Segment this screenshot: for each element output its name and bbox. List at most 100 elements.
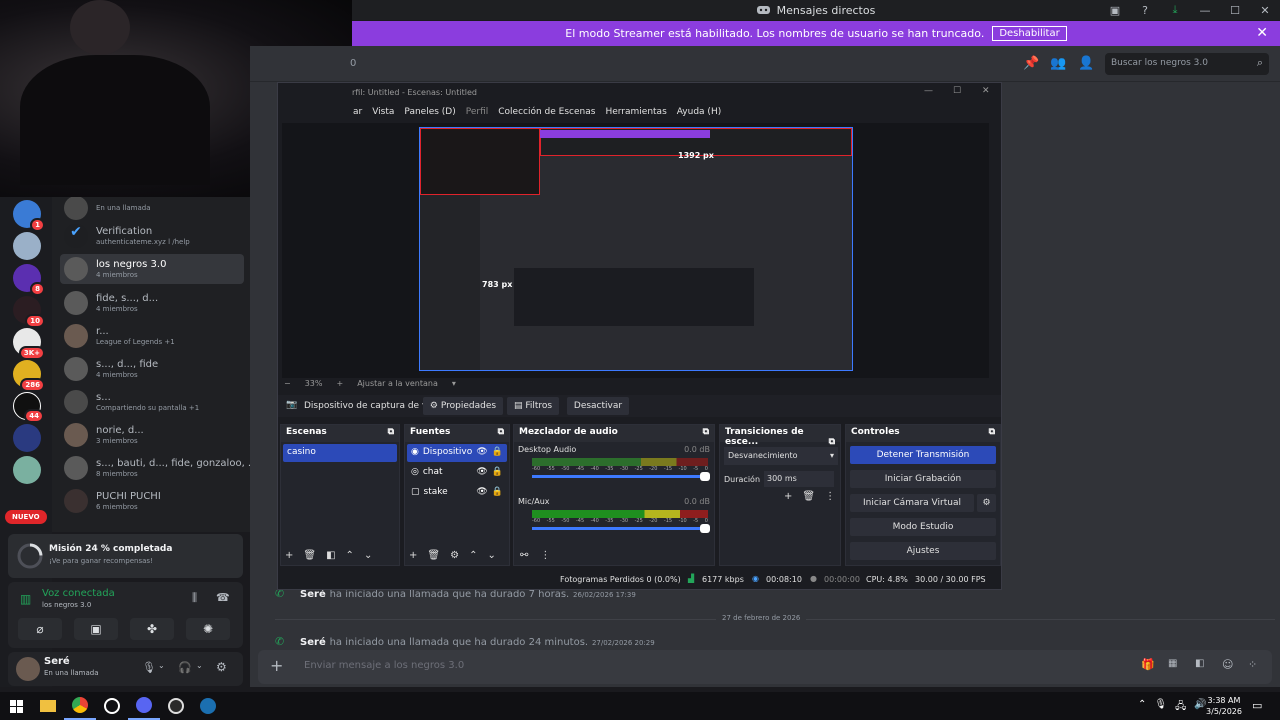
source-item[interactable]: ◉ Dispositivo 👁 🔒 (407, 444, 507, 462)
menu-item[interactable]: Perfil (466, 107, 489, 121)
list-item[interactable]: fide, s..., d... 4 miembros (60, 288, 244, 318)
gif-icon[interactable]: ▦ (1168, 658, 1177, 669)
list-item[interactable]: s..., bauti, d..., fide, gonzaloo, ... 8 … (60, 453, 250, 483)
search-box[interactable]: Buscar los negros 3.0 ⌕ (1105, 53, 1269, 75)
add-icon[interactable]: + (784, 491, 792, 502)
message-input[interactable]: Enviar mensaje a los negros 3.0 (304, 660, 464, 671)
source-item[interactable]: ▢ stake 👁 🔒 (407, 484, 507, 502)
chevron-down-icon[interactable]: ⌄ (196, 661, 203, 670)
lock-icon[interactable]: 🔒 (492, 447, 503, 459)
scene-item[interactable]: casino (283, 444, 397, 462)
chrome-icon[interactable] (64, 692, 96, 720)
list-item[interactable]: s..., d..., fide 4 miembros (60, 354, 244, 384)
stop-streaming-button[interactable]: Detener Transmisión (850, 446, 996, 464)
server-icon[interactable]: 44 (13, 392, 44, 423)
signal-icon[interactable]: ▥ (20, 592, 31, 606)
up-icon[interactable]: ⌃ (469, 550, 477, 561)
menu-item[interactable]: Colección de Escenas (498, 107, 595, 121)
dock-icon[interactable]: ⧉ (829, 437, 835, 447)
close-button[interactable]: ✕ (982, 86, 990, 96)
headset-icon[interactable]: 🎧 (178, 661, 192, 674)
close-icon[interactable]: ✕ (1256, 25, 1268, 41)
dock-icon[interactable]: ⧉ (388, 427, 394, 437)
chevron-down-icon[interactable]: ⌄ (158, 661, 165, 670)
maximize-button[interactable]: ☐ (953, 86, 961, 96)
list-item[interactable]: ✔ Verification authenticateme.xyz l /help (60, 221, 244, 251)
filters-button[interactable]: ▤ Filtros (507, 397, 559, 415)
source-item[interactable]: ◎ chat 👁 🔒 (407, 464, 507, 482)
inbox-icon[interactable]: ▣ (1100, 4, 1130, 17)
message-author[interactable]: Seré (300, 637, 326, 648)
trash-icon[interactable]: 🗑 (427, 550, 440, 561)
menu-item[interactable]: Herramientas (605, 107, 666, 121)
steam-icon[interactable] (192, 692, 224, 720)
transition-select[interactable]: Desvanecimiento ▾ (724, 447, 838, 465)
mic-icon[interactable]: 🎙 (142, 661, 156, 674)
disconnect-icon[interactable]: ☎ (216, 591, 230, 604)
voice-channel[interactable]: los negros 3.0 (42, 601, 91, 609)
more-icon[interactable]: ⋮ (825, 491, 835, 502)
lock-icon[interactable]: 🔒 (492, 467, 503, 479)
server-icon[interactable] (13, 456, 41, 484)
list-item[interactable]: norie, d... 3 miembros (60, 420, 244, 450)
studio-mode-button[interactable]: Modo Estudio (850, 518, 996, 536)
sticker-icon[interactable]: ◧ (1195, 658, 1204, 669)
list-item[interactable]: los negros 3.0 4 miembros (60, 254, 244, 284)
start-recording-button[interactable]: Iniciar Grabación (850, 470, 996, 488)
activities-button[interactable]: ✤ (130, 618, 174, 640)
server-icon[interactable] (13, 424, 41, 452)
filter-icon[interactable]: ◧ (326, 550, 335, 561)
trash-icon[interactable]: 🗑 (303, 550, 316, 561)
slider-handle[interactable] (700, 524, 710, 533)
server-icon[interactable]: 286 (13, 360, 45, 392)
network-icon[interactable]: 🖧 (1175, 699, 1186, 716)
add-member-icon[interactable]: 👥 (1050, 56, 1066, 71)
emoji-icon[interactable]: ☺ (1222, 658, 1233, 671)
lock-icon[interactable]: 🔒 (492, 487, 503, 499)
dock-icon[interactable]: ⧉ (498, 427, 504, 437)
menu-item[interactable]: Paneles (D) (404, 107, 455, 121)
camera-off-button[interactable]: ⌀ (18, 618, 62, 640)
zoom-out-icon[interactable]: − (284, 379, 291, 388)
maximize-button[interactable]: ☐ (1220, 4, 1250, 17)
properties-button[interactable]: ⚙ Propiedades (423, 397, 503, 415)
pin-icon[interactable]: 📌 (1023, 56, 1039, 71)
screenshare-button[interactable]: ▣ (74, 618, 118, 640)
soundboard-button[interactable]: ✺ (186, 618, 230, 640)
close-button[interactable]: ✕ (1250, 4, 1280, 17)
minimize-button[interactable]: — (924, 86, 933, 96)
discord-icon[interactable] (128, 692, 160, 720)
apps-icon[interactable]: ⁘ (1248, 658, 1257, 671)
trash-icon[interactable]: 🗑 (802, 491, 815, 502)
attach-icon[interactable]: + (270, 656, 283, 675)
obs-preview[interactable]: 1392 px 783 px (282, 123, 989, 378)
down-icon[interactable]: ⌄ (364, 550, 372, 561)
gear-icon[interactable]: ⚙ (450, 550, 459, 561)
virtual-camera-button[interactable]: Iniciar Cámara Virtual (850, 494, 974, 512)
up-icon[interactable]: ⌃ (346, 550, 354, 561)
menu-item[interactable]: ar (353, 107, 362, 121)
notification-icon[interactable]: ▭ (1252, 699, 1262, 712)
app-icon[interactable] (96, 692, 128, 720)
clock[interactable]: 3:38 AM 3/5/2026 (1204, 695, 1244, 717)
dock-icon[interactable]: ⧉ (989, 427, 995, 437)
menu-item[interactable]: Vista (372, 107, 394, 121)
add-icon[interactable]: + (409, 550, 417, 561)
members-icon[interactable]: 👤 (1078, 56, 1094, 71)
settings-button[interactable]: Ajustes (850, 542, 996, 560)
down-icon[interactable]: ⌄ (487, 550, 495, 561)
download-icon[interactable]: ⤓ (1160, 3, 1190, 17)
fit-window[interactable]: Ajustar a la ventana (357, 379, 438, 388)
dock-icon[interactable]: ⧉ (703, 427, 709, 437)
chevron-up-icon[interactable]: ⌃ (1138, 699, 1146, 716)
more-icon[interactable]: ⋮ (540, 550, 550, 561)
noise-icon[interactable]: ⫼ (192, 591, 197, 605)
eye-icon[interactable]: 👁 (476, 487, 487, 499)
duration-input[interactable]: 300 ms (764, 471, 834, 487)
server-icon[interactable]: 10 (13, 296, 45, 328)
add-icon[interactable]: + (285, 550, 293, 561)
zoom-in-icon[interactable]: + (336, 379, 343, 388)
new-badge[interactable]: NUEVO (5, 510, 47, 524)
gear-icon[interactable]: ⚙ (216, 660, 227, 674)
mic-icon[interactable]: 🎙 (1154, 699, 1167, 716)
